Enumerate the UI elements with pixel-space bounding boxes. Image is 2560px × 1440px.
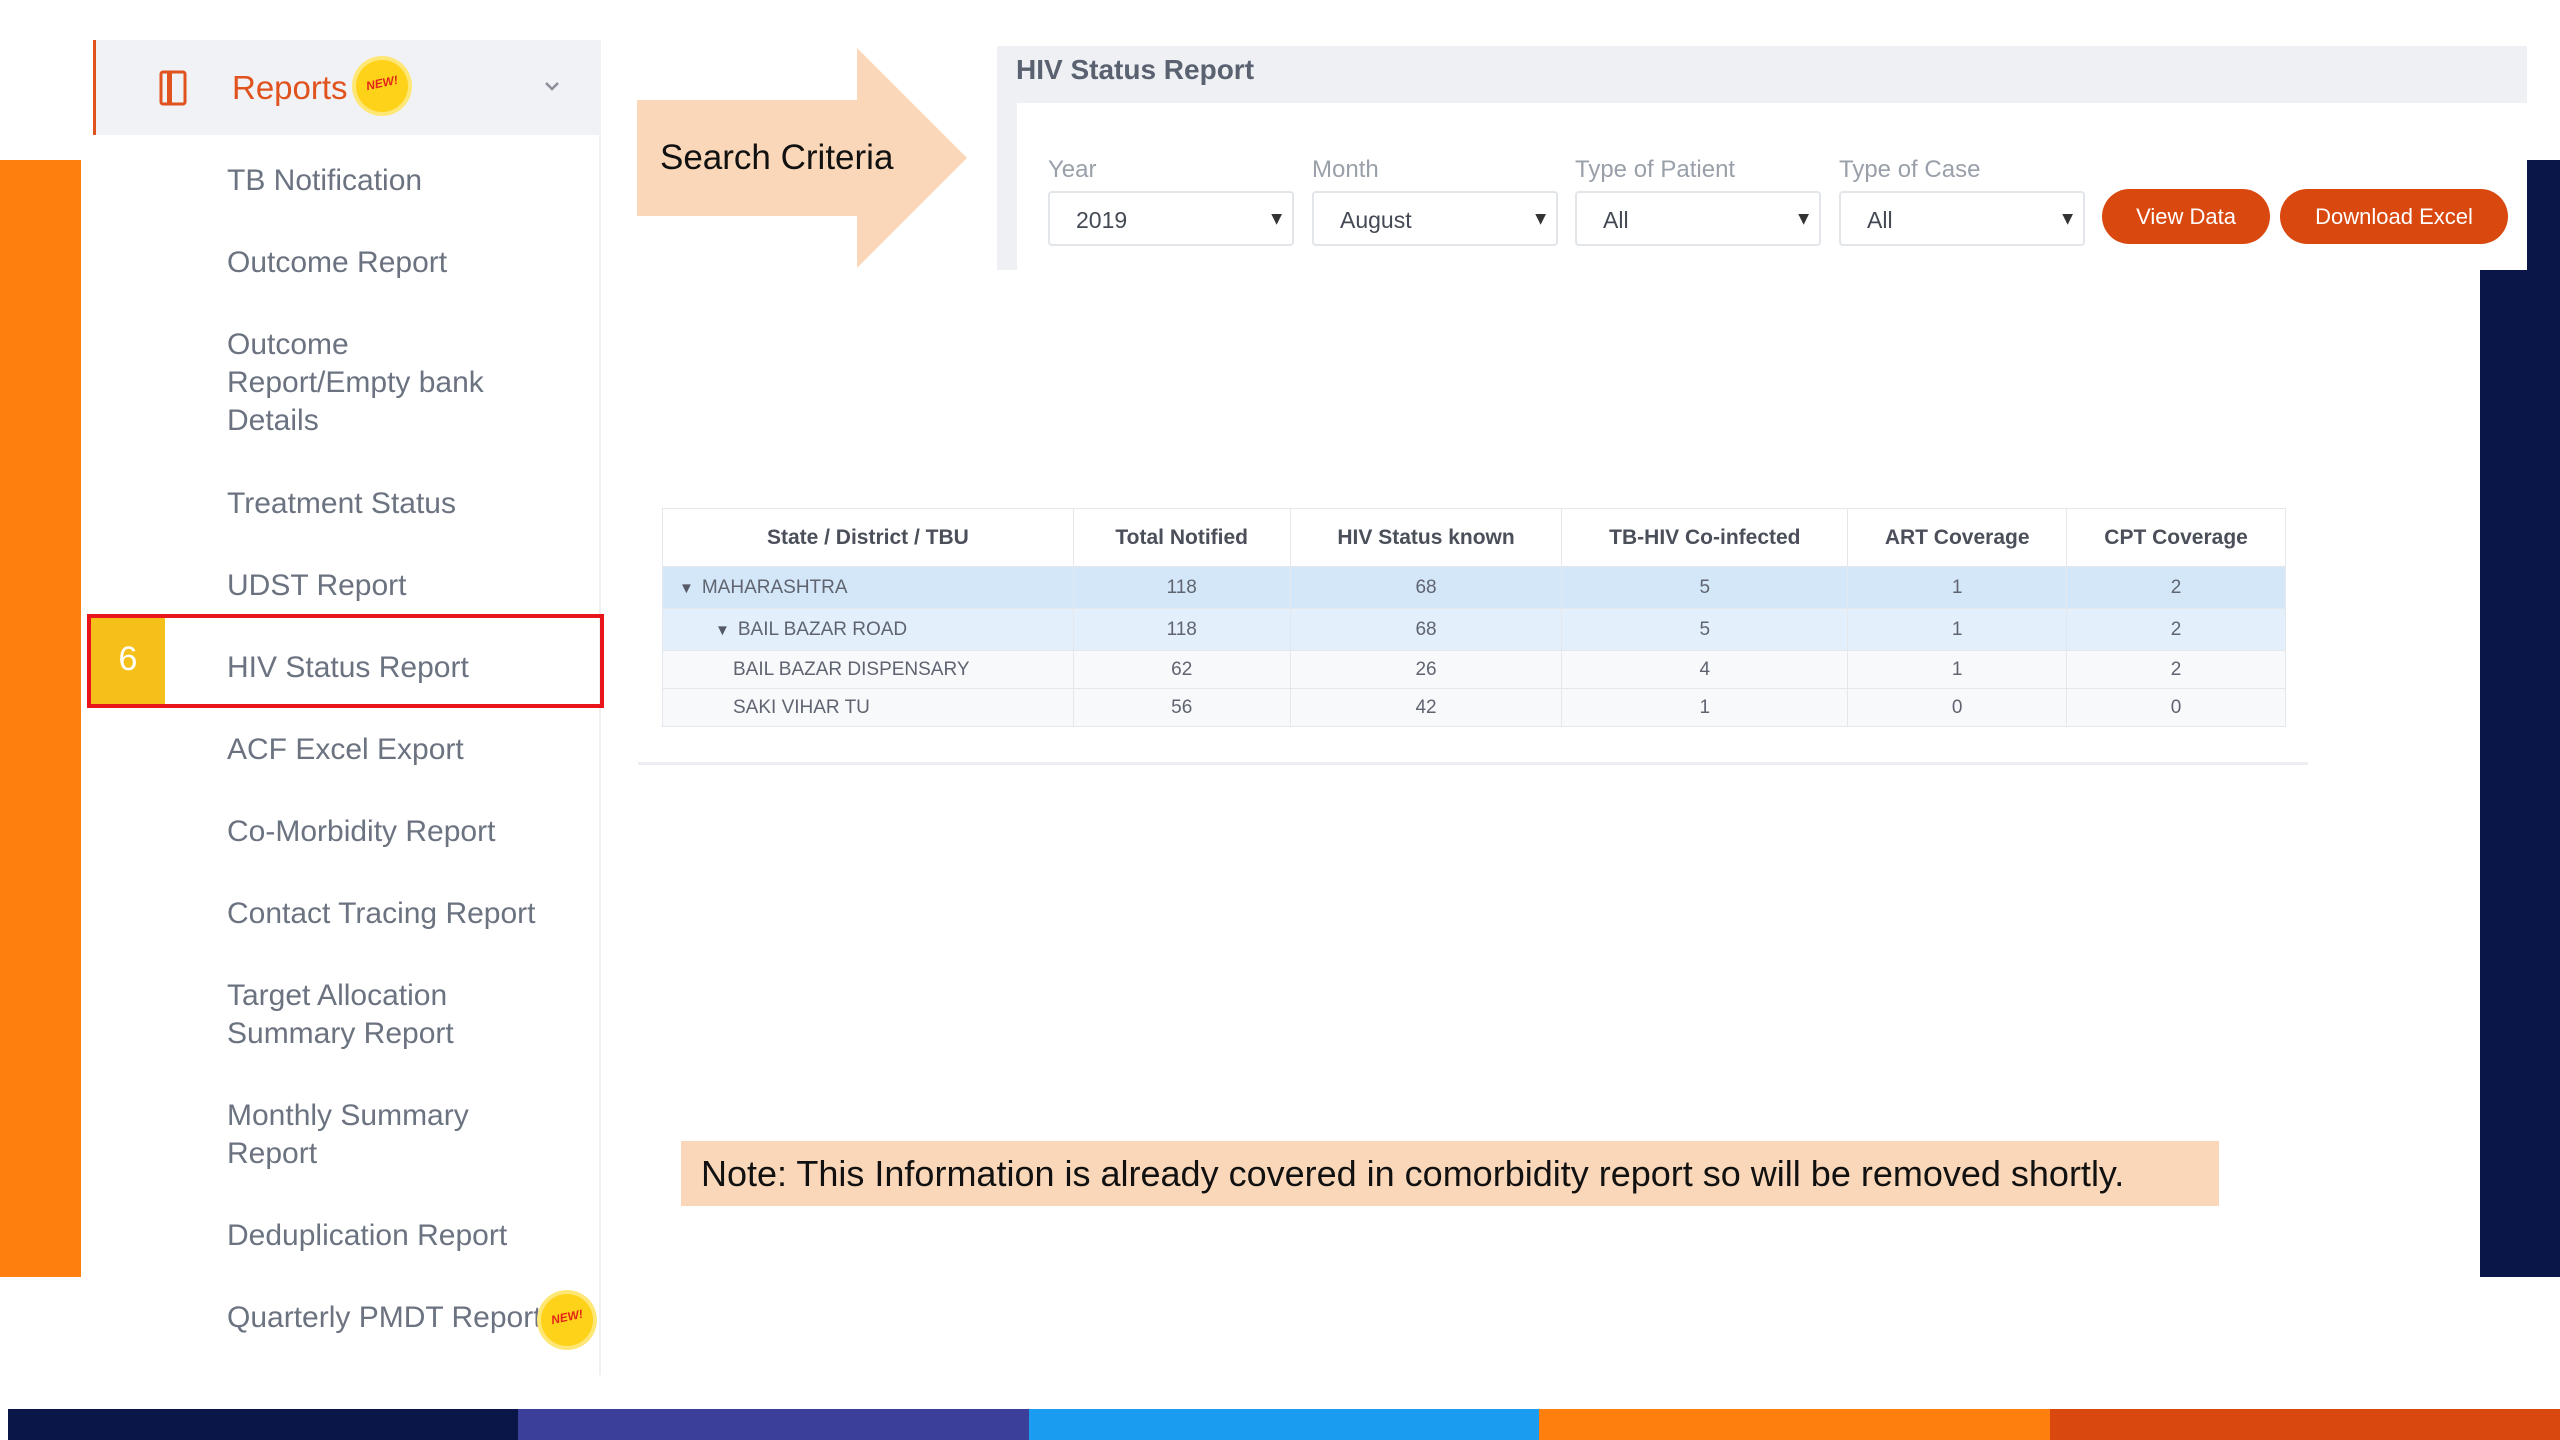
sidebar-item-outcome-report[interactable]: Outcome Report: [227, 244, 607, 282]
left-accent-bar: [0, 160, 81, 1277]
sidebar-item-contact-tracing-report[interactable]: Contact Tracing Report: [227, 895, 607, 933]
cell-cpt-coverage: 2: [2066, 650, 2286, 689]
sidebar-item-tb-notification[interactable]: TB Notification: [227, 162, 607, 200]
sidebar-item-treatment-status[interactable]: Treatment Status: [227, 485, 607, 523]
year-select[interactable]: 2019 ▼: [1048, 191, 1294, 246]
cell-tb-hiv-coinfected: 4: [1561, 650, 1849, 689]
panel-title: HIV Status Report: [1016, 54, 1255, 85]
report-book-icon: [159, 70, 187, 106]
chevron-down-icon[interactable]: [542, 76, 562, 96]
strip-segment: [1539, 1409, 2050, 1440]
row-name: BAIL BAZAR DISPENSARY: [662, 650, 1074, 689]
strip-segment: [518, 1409, 1029, 1440]
expand-triangle-icon[interactable]: ▼: [715, 622, 730, 639]
sidebar-item-udst-report[interactable]: UDST Report: [227, 567, 607, 605]
strip-segment: [2049, 1409, 2560, 1440]
row-name: SAKI VIHAR TU: [662, 688, 1074, 727]
cell-hiv-status-known: 42: [1289, 688, 1563, 727]
cell-hiv-status-known: 26: [1289, 650, 1563, 689]
dropdown-caret-icon: ▼: [2062, 211, 2073, 227]
table-row: SAKI VIHAR TU 56 42 1 0 0: [662, 688, 2286, 727]
cell-tb-hiv-coinfected: 5: [1561, 566, 1849, 609]
sidebar-reports-header[interactable]: Reports NEW!: [93, 40, 601, 135]
dropdown-caret-icon: ▼: [1271, 211, 1282, 227]
expand-triangle-icon[interactable]: ▼: [679, 580, 694, 597]
search-criteria-label: Search Criteria: [660, 138, 894, 177]
cell-cpt-coverage: 0: [2066, 688, 2286, 727]
cell-total-notified: 118: [1072, 566, 1291, 609]
cell-art-coverage: 1: [1847, 650, 2068, 689]
cell-art-coverage: 1: [1847, 566, 2068, 609]
sidebar-item-target-allocation-summary[interactable]: Target Allocation Summary Report: [227, 977, 497, 1053]
cell-art-coverage: 0: [1847, 688, 2068, 727]
row-name: BAIL BAZAR ROAD: [737, 618, 908, 640]
table-row[interactable]: ▼ MAHARASHTRA 118 68 5 1 2: [662, 566, 2286, 609]
new-badge-icon: NEW!: [356, 60, 408, 112]
sidebar-item-outcome-report-empty-bank[interactable]: Outcome Report/Empty bank Details: [227, 326, 527, 440]
row-name: MAHARASHTRA: [701, 576, 848, 598]
month-label: Month: [1312, 156, 1379, 183]
type-of-patient-select[interactable]: All ▼: [1575, 191, 1821, 246]
col-header-state[interactable]: State / District / TBU: [662, 508, 1074, 567]
sidebar-reports-label: Reports: [232, 69, 348, 106]
col-header-tb-hiv-coinfected[interactable]: TB-HIV Co-infected: [1561, 508, 1849, 567]
new-badge-icon: NEW!: [541, 1294, 593, 1346]
right-accent-bar: [2480, 160, 2560, 1277]
hiv-status-table: State / District / TBU Total Notified HI…: [662, 508, 2286, 727]
type-of-patient-label: Type of Patient: [1575, 156, 1736, 183]
col-header-total-notified[interactable]: Total Notified: [1072, 508, 1291, 567]
sidebar-item-acf-excel-export[interactable]: ACF Excel Export: [227, 731, 607, 769]
type-of-case-label: Type of Case: [1839, 156, 1981, 183]
sidebar-item-monthly-summary-report[interactable]: Monthly Summary Report: [227, 1097, 497, 1173]
sidebar-item-co-morbidity-report[interactable]: Co-Morbidity Report: [227, 813, 607, 851]
bottom-color-strip: [8, 1409, 2560, 1440]
col-header-art-coverage[interactable]: ART Coverage: [1847, 508, 2068, 567]
note-callout: Note: This Information is already covere…: [681, 1141, 2219, 1206]
sidebar-item-quarterly-pmdt-report[interactable]: Quarterly PMDT Report: [227, 1299, 547, 1337]
dropdown-caret-icon: ▼: [1535, 211, 1546, 227]
cell-cpt-coverage: 2: [2066, 608, 2286, 651]
sidebar-item-deduplication-report[interactable]: Deduplication Report: [227, 1217, 607, 1255]
step-number-badge: 6: [91, 618, 165, 704]
cell-hiv-status-known: 68: [1289, 566, 1563, 609]
view-data-button[interactable]: View Data: [2102, 189, 2270, 244]
cell-hiv-status-known: 68: [1289, 608, 1563, 651]
cell-total-notified: 118: [1072, 608, 1291, 651]
month-select[interactable]: August ▼: [1312, 191, 1558, 246]
table-row: BAIL BAZAR DISPENSARY 62 26 4 1 2: [662, 650, 2286, 689]
table-divider: [638, 762, 2308, 765]
year-label: Year: [1048, 156, 1097, 183]
cell-tb-hiv-coinfected: 5: [1561, 608, 1849, 651]
table-row[interactable]: ▼ BAIL BAZAR ROAD 118 68 5 1 2: [662, 608, 2286, 651]
cell-cpt-coverage: 2: [2066, 566, 2286, 609]
table-header-row: State / District / TBU Total Notified HI…: [662, 508, 2286, 567]
cell-art-coverage: 1: [1847, 608, 2068, 651]
cell-total-notified: 62: [1072, 650, 1291, 689]
cell-total-notified: 56: [1072, 688, 1291, 727]
type-of-case-select[interactable]: All ▼: [1839, 191, 2085, 246]
dropdown-caret-icon: ▼: [1798, 211, 1809, 227]
strip-segment: [1028, 1409, 1540, 1440]
note-text: Note: This Information is already covere…: [701, 1153, 2125, 1194]
slide: Reports NEW! TB Notification Outcome Rep…: [0, 0, 2560, 1440]
cell-tb-hiv-coinfected: 1: [1561, 688, 1849, 727]
strip-segment: [8, 1409, 519, 1440]
download-excel-button[interactable]: Download Excel: [2280, 189, 2508, 244]
col-header-cpt-coverage[interactable]: CPT Coverage: [2066, 508, 2286, 567]
col-header-hiv-status-known[interactable]: HIV Status known: [1289, 508, 1563, 567]
